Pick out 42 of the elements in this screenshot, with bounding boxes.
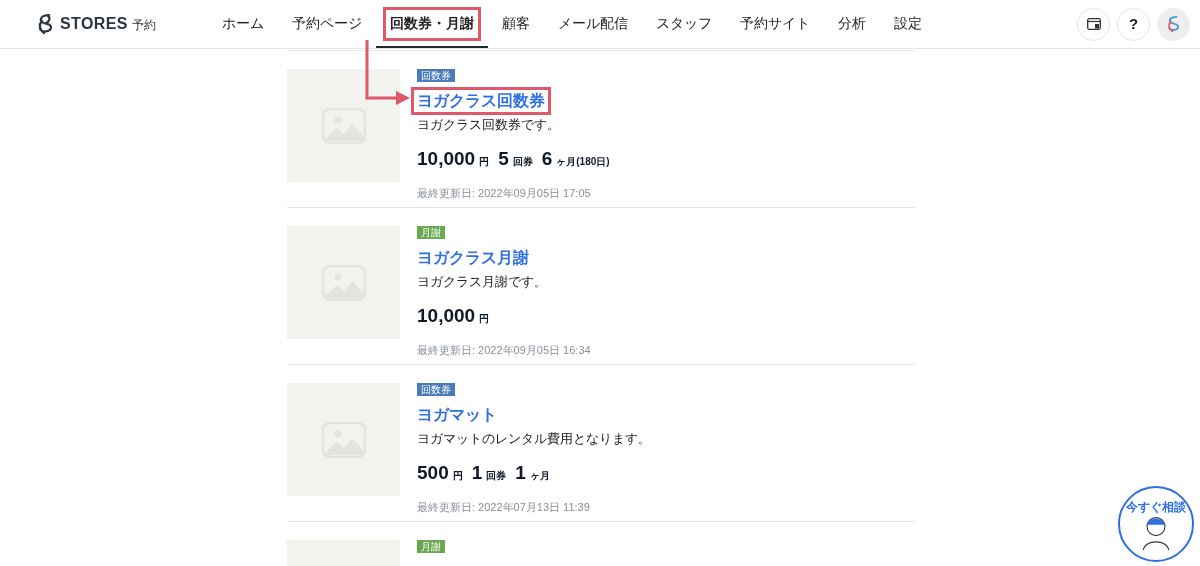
product-description: ヨガクラス回数券です。 xyxy=(417,117,560,134)
category-tag: 回数券 xyxy=(417,383,455,396)
account-avatar[interactable] xyxy=(1157,7,1190,41)
nav-tab[interactable]: 分析 xyxy=(824,0,880,48)
price-value: 500 xyxy=(417,460,449,485)
category-tag: 月謝 xyxy=(417,226,445,239)
nav-tab[interactable]: 予約ページ xyxy=(278,0,376,48)
consult-button[interactable]: 今すぐ相談 xyxy=(1118,486,1194,562)
category-tag: 月謝 xyxy=(417,540,445,553)
updated-date: 最終更新日: 2022年09月05日 17:05 xyxy=(417,186,591,202)
price-unit: ヶ月 xyxy=(529,468,550,483)
updated-date: 最終更新日: 2022年09月05日 16:34 xyxy=(417,343,591,359)
nav-tab[interactable]: 設定 xyxy=(880,0,936,48)
price-value: 1 xyxy=(515,460,526,485)
price-unit: ヶ月(180日) xyxy=(556,154,610,169)
price-unit: 回券 xyxy=(486,468,507,483)
price-value: 1 xyxy=(471,460,483,485)
price-unit: 円 xyxy=(479,311,490,326)
price-unit: 回券 xyxy=(512,154,533,169)
nav-tab[interactable]: スタッフ xyxy=(642,0,726,48)
product-description: ヨガクラス月謝です。 xyxy=(417,274,547,291)
product-title-link[interactable]: ヨガクラス回数券 xyxy=(414,90,548,112)
logo-text: STORES xyxy=(60,14,128,34)
product-title-link[interactable]: ヨガクラス月謝 xyxy=(414,247,532,269)
nav-tab[interactable]: 予約サイト xyxy=(726,0,824,48)
nav-tab[interactable]: 回数券・月謝 xyxy=(376,0,488,48)
updated-date: 最終更新日: 2022年07月13日 11:39 xyxy=(417,500,590,516)
product-title-link[interactable]: ヨガマット xyxy=(414,404,500,426)
price-value: 10,000 xyxy=(417,303,476,328)
price-unit: 円 xyxy=(479,154,490,169)
nav-tab[interactable]: 顧客 xyxy=(488,0,544,48)
nav-tab[interactable]: ホーム xyxy=(208,0,278,48)
price-value: 6 xyxy=(541,146,553,171)
price-value: 10,000 xyxy=(417,146,476,171)
avatar-logo-icon xyxy=(1165,14,1182,34)
category-tag: 回数券 xyxy=(417,69,455,82)
window-icon xyxy=(1086,18,1101,30)
nav-tab[interactable]: メール配信 xyxy=(544,0,642,48)
product-description: ヨガマットのレンタル費用となります。 xyxy=(417,431,651,448)
price-value: 5 xyxy=(498,146,509,171)
logo-suffix: 予約 xyxy=(131,17,156,34)
price-unit: 円 xyxy=(452,468,463,483)
